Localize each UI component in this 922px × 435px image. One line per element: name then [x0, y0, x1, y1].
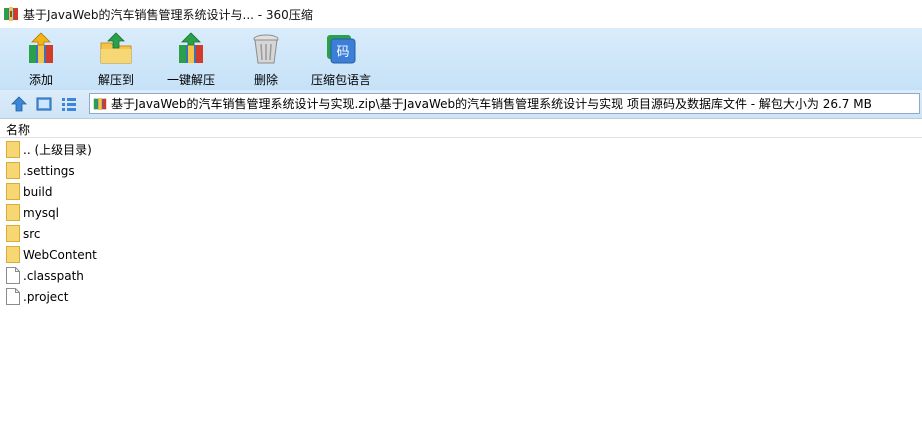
list-item[interactable]: mysql [0, 202, 922, 223]
item-name: .classpath [23, 268, 84, 283]
list-item[interactable]: .. (上级目录) [0, 139, 922, 160]
item-name: build [23, 184, 53, 199]
one-click-extract-label: 一键解压 [166, 73, 215, 87]
path-field[interactable]: 基于JavaWeb的汽车销售管理系统设计与实现.zip\基于JavaWeb的汽车… [89, 93, 920, 114]
extract-to-button[interactable]: 解压到 [81, 30, 151, 88]
extract-folder-icon [100, 32, 132, 64]
folder-icon [6, 141, 20, 158]
item-name: .project [23, 289, 69, 304]
view-thumbnail-icon[interactable] [35, 95, 53, 113]
view-list-icon[interactable] [60, 95, 78, 113]
add-button[interactable]: 添加 [6, 30, 76, 88]
item-name: mysql [23, 205, 59, 220]
archive-icon [93, 97, 107, 110]
item-name: src [23, 226, 41, 241]
extract-to-label: 解压到 [97, 73, 134, 87]
delete-button[interactable]: 删除 [231, 30, 301, 88]
archive-app-icon [4, 7, 18, 21]
one-click-extract-button[interactable]: 一键解压 [156, 30, 226, 88]
path-text: 基于JavaWeb的汽车销售管理系统设计与实现.zip\基于JavaWeb的汽车… [111, 97, 872, 111]
file-icon [6, 267, 20, 284]
file-icon [6, 288, 20, 305]
svg-text:码: 码 [336, 45, 349, 60]
column-header[interactable]: 名称 [0, 119, 922, 138]
list-item[interactable]: .classpath [0, 265, 922, 286]
list-item[interactable]: .project [0, 286, 922, 307]
item-name: WebContent [23, 247, 97, 262]
toolbar: 添加 解压到 一键解压 删除 码 压缩包语言 [0, 28, 922, 90]
one-click-extract-icon [179, 32, 203, 63]
archive-language-button[interactable]: 码 压缩包语言 [306, 30, 376, 88]
folder-icon [6, 183, 20, 200]
add-archive-icon [29, 32, 53, 63]
list-item[interactable]: .settings [0, 160, 922, 181]
column-name-header[interactable]: 名称 [6, 121, 30, 138]
encoding-icon: 码 [327, 35, 356, 64]
list-item[interactable]: build [0, 181, 922, 202]
item-name: .settings [23, 163, 75, 178]
folder-icon [6, 162, 20, 179]
title-bar: 基于JavaWeb的汽车销售管理系统设计与... - 360压缩 [0, 0, 922, 28]
folder-icon [6, 246, 20, 263]
list-item[interactable]: WebContent [0, 244, 922, 265]
address-bar: 基于JavaWeb的汽车销售管理系统设计与实现.zip\基于JavaWeb的汽车… [0, 90, 922, 119]
delete-label: 删除 [253, 73, 278, 87]
up-arrow-icon[interactable] [10, 95, 28, 113]
item-name: .. (上级目录) [23, 143, 92, 157]
folder-icon [6, 204, 20, 221]
archive-language-label: 压缩包语言 [310, 73, 371, 87]
list-item[interactable]: src [0, 223, 922, 244]
window-title: 基于JavaWeb的汽车销售管理系统设计与... - 360压缩 [23, 7, 313, 22]
add-label: 添加 [28, 73, 53, 87]
file-list: .. (上级目录) .settings build mysql src WebC… [0, 139, 922, 307]
folder-icon [6, 225, 20, 242]
trash-icon [253, 34, 279, 64]
